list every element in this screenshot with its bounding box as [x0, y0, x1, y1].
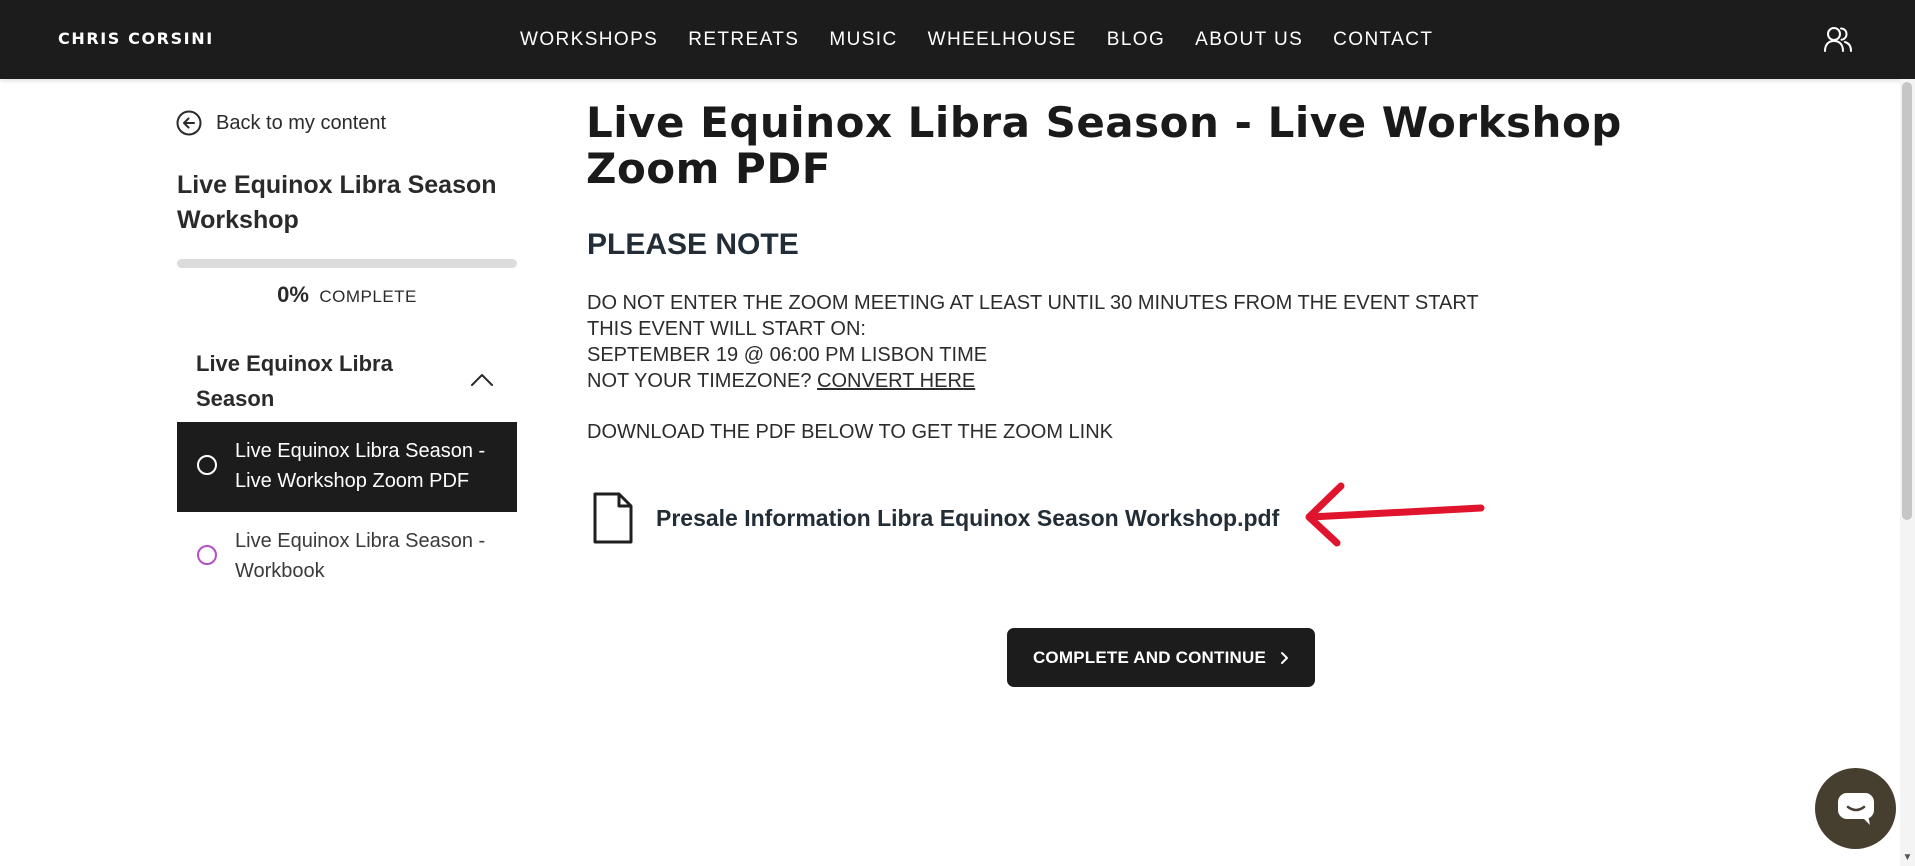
button-label: COMPLETE AND CONTINUE: [1032, 647, 1267, 667]
lesson-status-circle-icon: [197, 545, 217, 565]
progress-percent: 0%: [277, 282, 309, 307]
lesson-label: Live Equinox Libra Season - Workbook: [235, 530, 486, 582]
chat-icon: [1838, 793, 1874, 825]
file-name: Presale Information Libra Equinox Season…: [656, 504, 1280, 531]
chat-widget-button[interactable]: [1815, 768, 1896, 849]
nav-item-workshops[interactable]: WORKSHOPS: [520, 29, 658, 51]
progress-label: COMPLETE: [319, 287, 417, 306]
note-line: THIS EVENT WILL START ON:: [587, 318, 866, 340]
note-line: SEPTEMBER 19 @ 06:00 PM LISBON TIME: [587, 344, 988, 366]
lesson-item-workbook[interactable]: Live Equinox Libra Season - Workbook: [177, 512, 517, 602]
course-title: Live Equinox Libra Season Workshop: [177, 171, 497, 234]
user-group-icon[interactable]: [1823, 25, 1853, 53]
nav-item-contact[interactable]: CONTACT: [1333, 29, 1433, 51]
top-navigation-bar: CHRIS CORSINI WORKSHOPS RETREATS MUSIC W…: [0, 0, 1915, 79]
timezone-prefix: NOT YOUR TIMEZONE?: [587, 370, 818, 392]
progress-status: 0% COMPLETE: [177, 282, 517, 308]
lesson-label: Live Equinox Libra Season - Live Worksho…: [235, 440, 486, 492]
section-toggle[interactable]: Live Equinox Libra Season: [177, 346, 517, 418]
download-instruction: DOWNLOAD THE PDF BELOW TO GET THE ZOOM L…: [587, 421, 1114, 443]
nav-item-retreats[interactable]: RETREATS: [688, 29, 799, 51]
main-nav: WORKSHOPS RETREATS MUSIC WHEELHOUSE BLOG…: [520, 0, 1433, 79]
section-title: Live Equinox Libra Season: [196, 351, 393, 411]
nav-item-blog[interactable]: BLOG: [1107, 29, 1165, 51]
lesson-item-zoom-pdf[interactable]: Live Equinox Libra Season - Live Worksho…: [177, 422, 517, 512]
convert-here-link[interactable]: CONVERT HERE: [817, 370, 975, 392]
nav-item-wheelhouse[interactable]: WHEELHOUSE: [928, 29, 1077, 51]
back-link-label: Back to my content: [216, 111, 387, 134]
note-body: DO NOT ENTER THE ZOOM MEETING AT LEAST U…: [587, 290, 1479, 394]
timezone-line: NOT YOUR TIMEZONE? CONVERT HERE: [587, 368, 1479, 394]
note-line: DO NOT ENTER THE ZOOM MEETING AT LEAST U…: [587, 292, 1479, 314]
brand-logo[interactable]: CHRIS CORSINI: [58, 29, 214, 48]
red-arrow-annotation-icon: [1305, 482, 1485, 547]
chevron-up-icon: [471, 374, 493, 386]
note-heading: PLEASE NOTE: [587, 228, 799, 261]
scrollbar-thumb[interactable]: [1902, 82, 1912, 520]
lesson-status-circle-icon: [197, 455, 217, 475]
lesson-title: Live Equinox Libra Season - Live Worksho…: [586, 98, 1622, 193]
scroll-down-arrow-icon[interactable]: ▼: [1900, 850, 1915, 866]
complete-and-continue-button[interactable]: COMPLETE AND CONTINUE: [1007, 628, 1315, 687]
nav-item-music[interactable]: MUSIC: [829, 29, 897, 51]
arrow-left-circle-icon: [176, 110, 202, 136]
nav-item-about-us[interactable]: ABOUT US: [1195, 29, 1303, 51]
progress-bar: [177, 259, 517, 268]
chevron-right-icon: [1281, 651, 1289, 664]
file-icon: [593, 492, 633, 544]
back-to-content-link[interactable]: Back to my content: [176, 110, 386, 136]
pdf-download-link[interactable]: Presale Information Libra Equinox Season…: [592, 491, 1279, 545]
